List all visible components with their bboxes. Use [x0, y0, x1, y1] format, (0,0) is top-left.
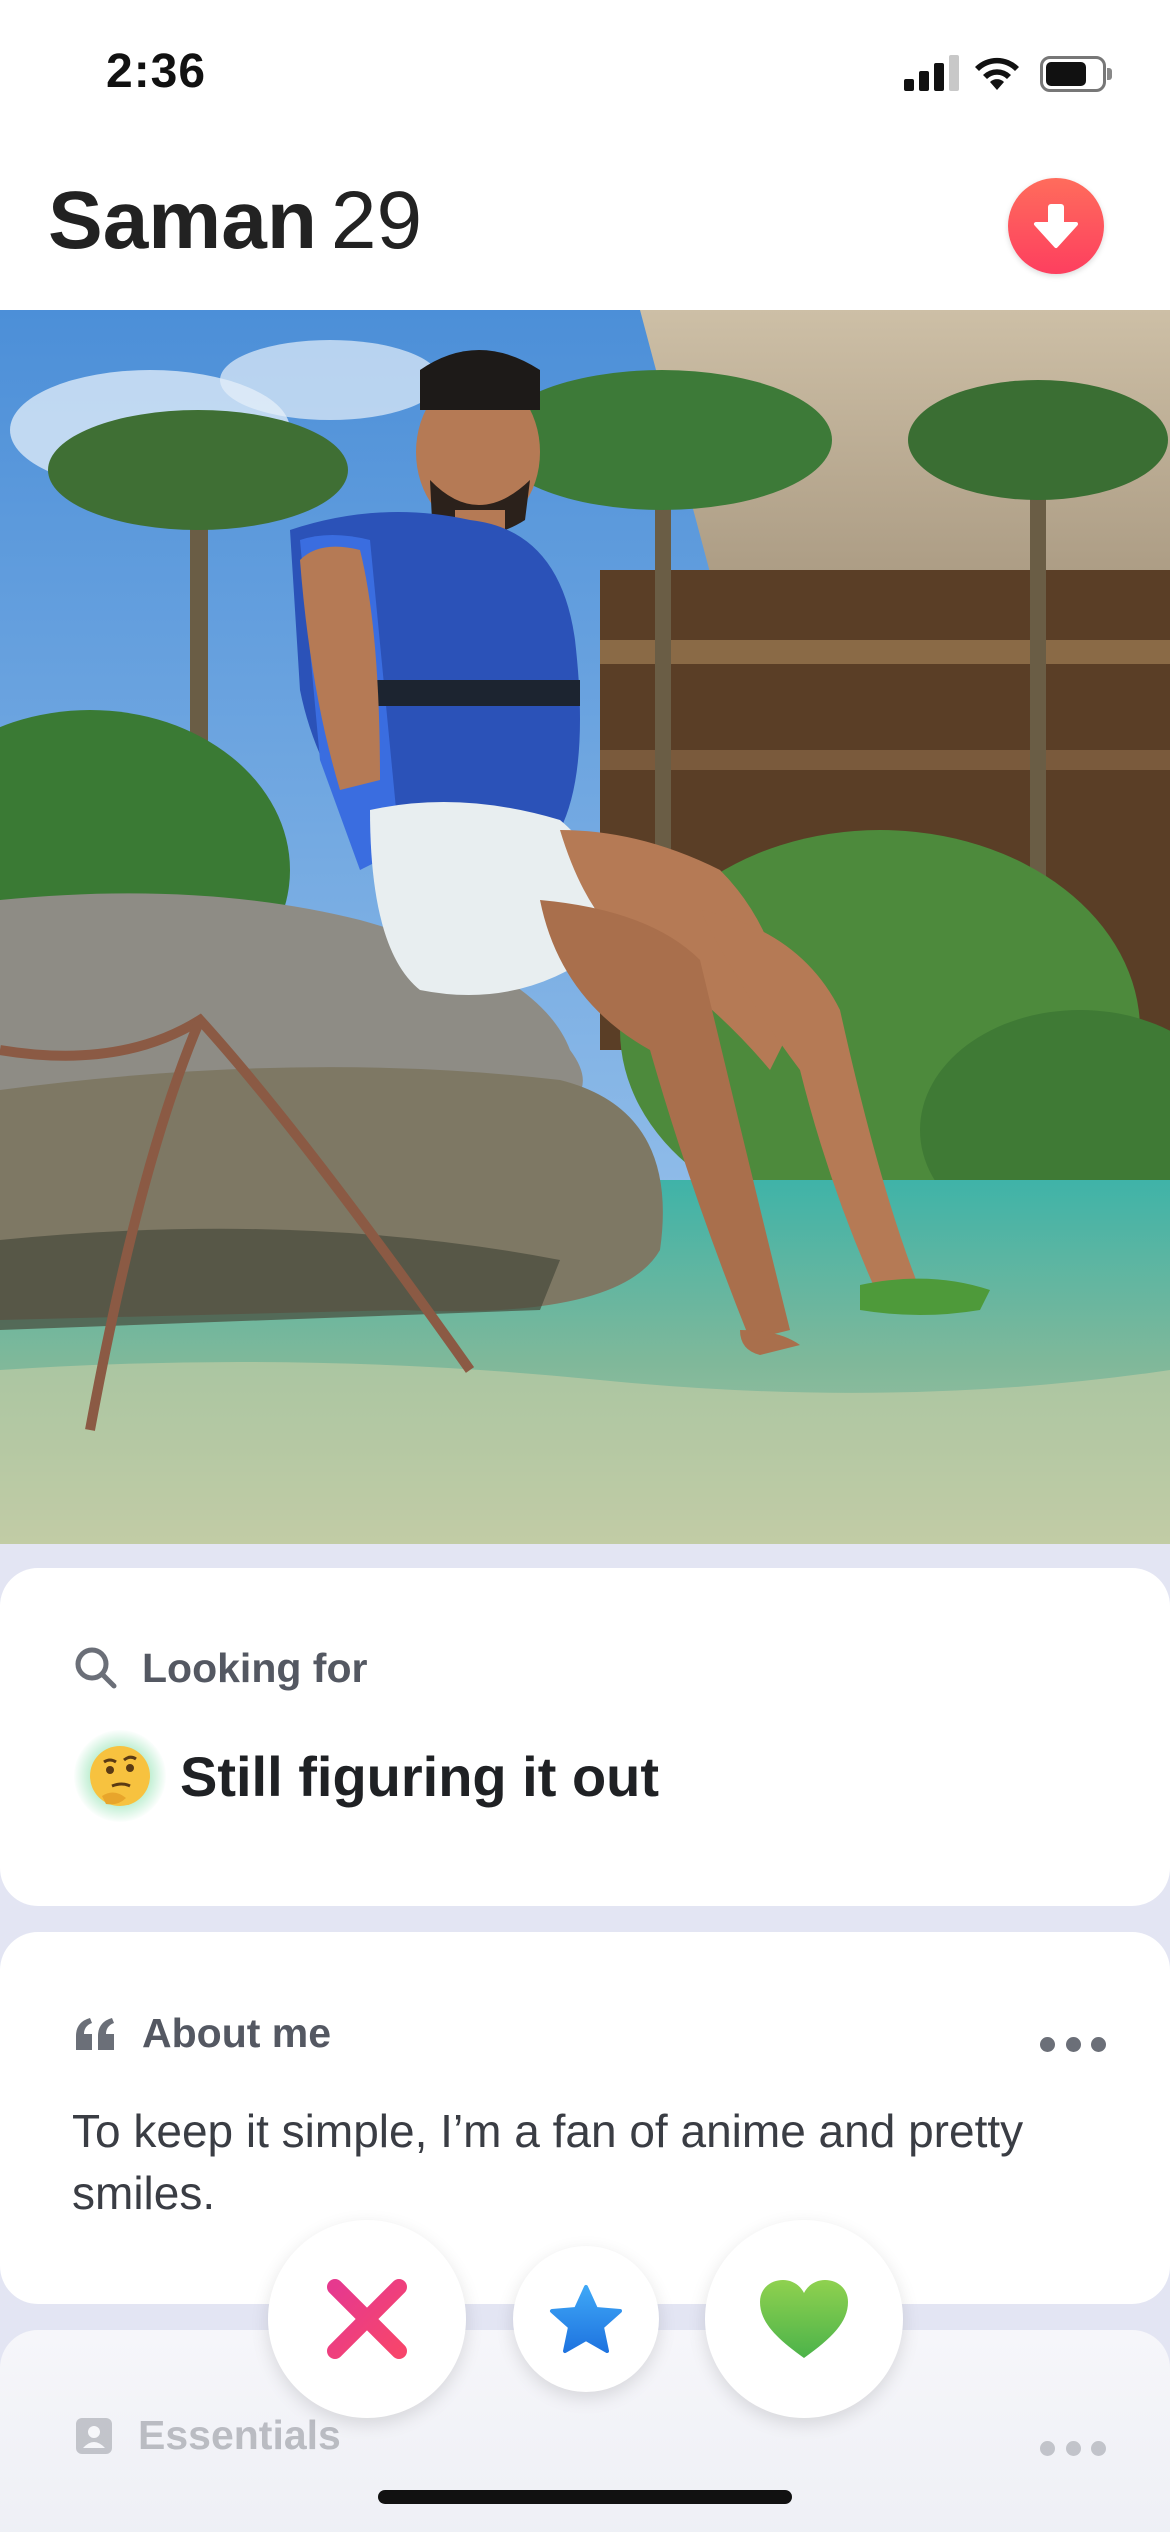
id-card-icon — [76, 2417, 112, 2454]
collapse-profile-button[interactable] — [1008, 178, 1104, 274]
about-me-text: To keep it simple, I’m a fan of anime an… — [72, 2105, 1024, 2219]
profile-name-row: Saman 29 — [48, 180, 422, 262]
wifi-icon — [975, 57, 1019, 90]
star-icon — [550, 2285, 622, 2353]
looking-for-label: Looking for — [142, 1644, 368, 1691]
essentials-label: Essentials — [138, 2412, 341, 2458]
cellular-signal-icon — [904, 55, 960, 91]
essentials-more-button[interactable] — [1040, 2438, 1106, 2458]
status-time: 2:36 — [106, 45, 207, 98]
status-bar: 2:36 — [0, 0, 1170, 150]
about-me-more-button[interactable] — [1040, 2034, 1106, 2054]
battery-icon — [1040, 56, 1112, 92]
profile-name: Saman — [48, 175, 317, 266]
arrow-down-icon — [1034, 204, 1078, 248]
nope-button[interactable] — [268, 2220, 466, 2418]
x-icon — [327, 2279, 407, 2359]
thinking-face-emoji — [74, 1730, 166, 1822]
profile-header: Saman 29 — [0, 150, 1170, 310]
essentials-header: Essentials — [72, 2412, 341, 2459]
profile-photo[interactable] — [0, 310, 1170, 1544]
home-indicator[interactable] — [378, 2490, 792, 2504]
profile-age: 29 — [330, 175, 423, 266]
search-icon — [75, 1647, 117, 1689]
about-me-header: About me — [72, 2010, 331, 2057]
looking-for-header: Looking for — [72, 1644, 367, 1692]
about-me-label: About me — [142, 2010, 332, 2056]
looking-for-value: Still figuring it out — [74, 1730, 660, 1822]
super-like-button[interactable] — [513, 2246, 659, 2392]
more-dots-icon — [1040, 2440, 1055, 2456]
looking-for-text: Still figuring it out — [180, 1744, 660, 1808]
like-button[interactable] — [705, 2220, 903, 2418]
more-dots-icon — [1040, 2036, 1055, 2052]
quote-icon — [76, 2017, 114, 2050]
looking-for-card: Looking for Still figuring it out — [0, 1568, 1170, 1906]
heart-icon — [760, 2280, 848, 2358]
